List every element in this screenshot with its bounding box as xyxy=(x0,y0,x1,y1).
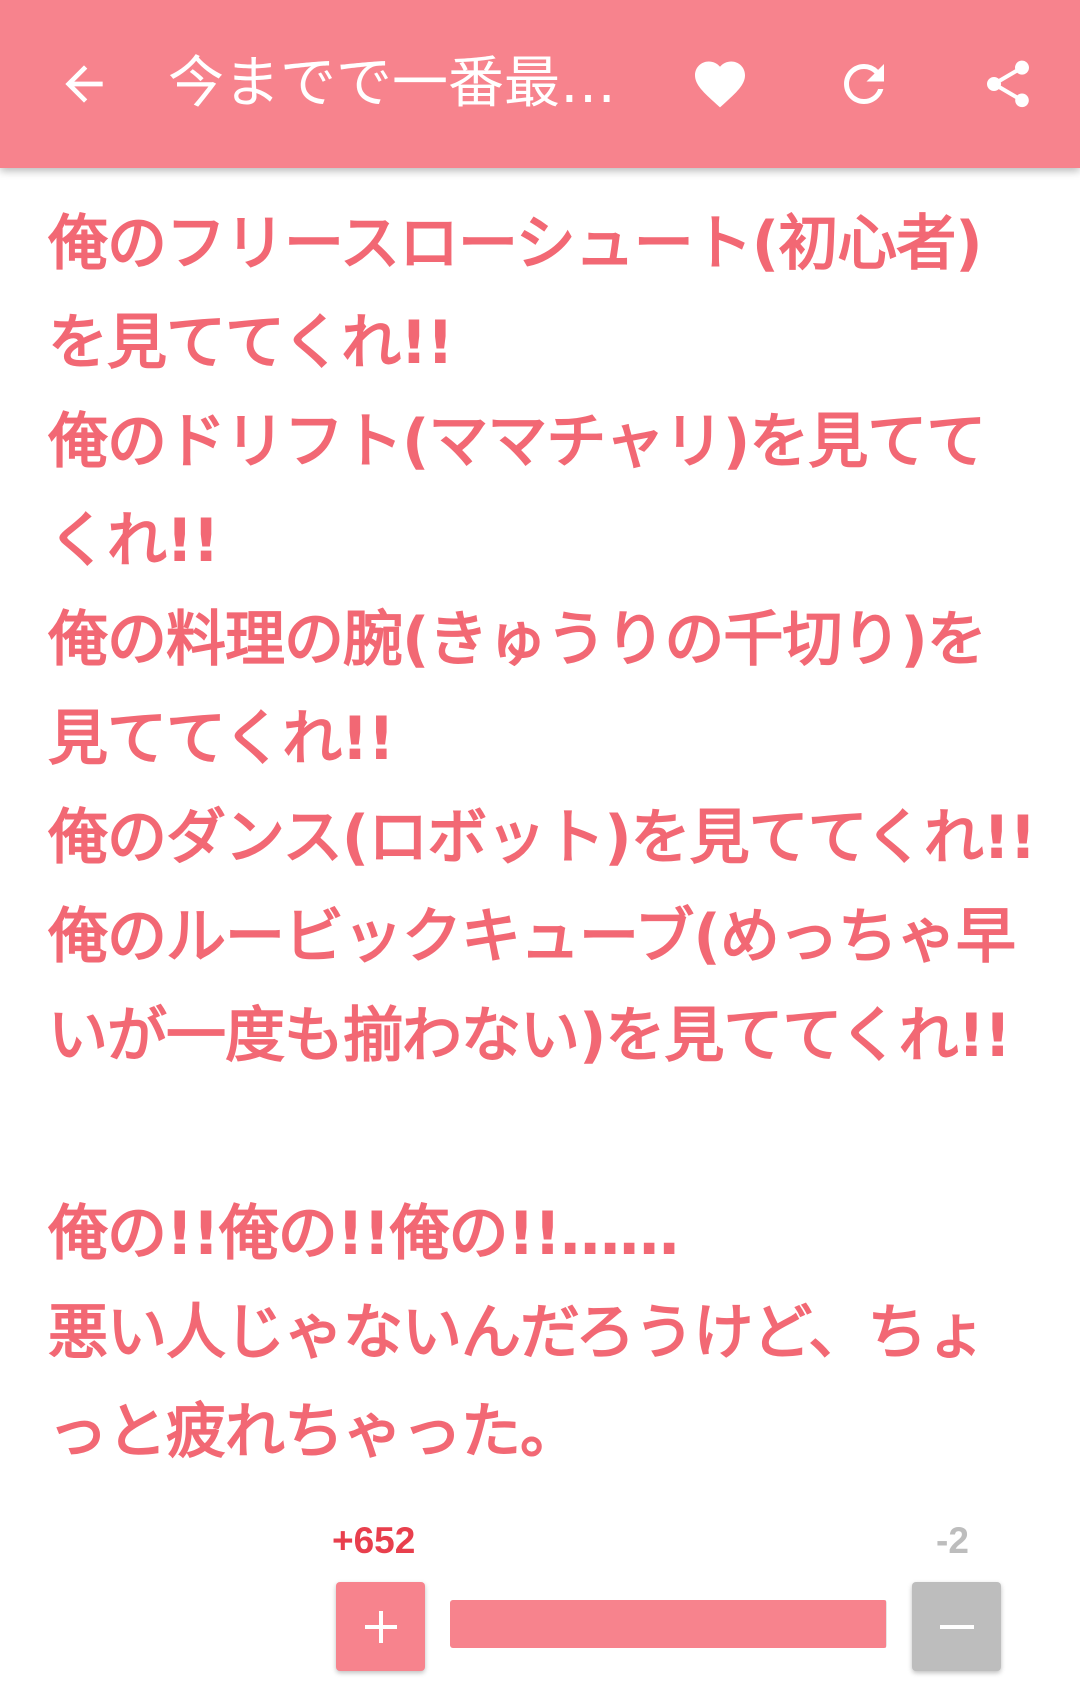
post-line: 俺の料理の腕(きゅうりの千切り)を xyxy=(48,605,987,675)
post-line: 俺のフリースローシュート(初心者) xyxy=(48,209,983,279)
post-line: くれ!! xyxy=(48,506,220,576)
post-line: 見ててくれ!! xyxy=(48,704,395,774)
favorite-button[interactable] xyxy=(680,44,760,124)
post-line: 俺の!!俺の!!俺の!!…… xyxy=(48,1199,679,1269)
vote-ratio-fill xyxy=(450,1600,886,1648)
page-title: 今までで一番最… xyxy=(168,51,616,116)
upvote-button[interactable] xyxy=(336,1582,425,1671)
post-body: 俺のフリースローシュート(初心者) を見ててくれ!! 俺のドリフト(ママチャリ)… xyxy=(48,195,1048,1482)
back-button[interactable] xyxy=(44,44,124,124)
post-line: 俺のダンス(ロボット)を見ててくれ!! xyxy=(48,803,1037,873)
minus-vote-count: -2 xyxy=(936,1520,969,1561)
plus-icon xyxy=(364,1610,397,1643)
post-line: 悪い人じゃないんだろうけど、ちょ xyxy=(48,1298,986,1368)
vote-panel: +652 -2 xyxy=(0,1500,1080,1700)
downvote-button[interactable] xyxy=(912,1582,1001,1671)
post-line: っと疲れちゃった。 xyxy=(48,1397,580,1467)
post-line: を見ててくれ!! xyxy=(48,308,454,378)
minus-icon xyxy=(939,1624,974,1629)
share-button[interactable] xyxy=(968,44,1048,124)
heart-icon xyxy=(695,61,745,108)
vote-ratio-bar xyxy=(450,1600,887,1648)
reload-button[interactable] xyxy=(824,44,904,124)
app-bar: 今までで一番最… xyxy=(0,0,1080,168)
arrow-left-icon xyxy=(65,65,103,103)
plus-vote-count: +652 xyxy=(332,1520,416,1561)
share-icon xyxy=(987,60,1029,108)
post-line: 俺のルービックキューブ(めっちゃ早 xyxy=(48,902,1016,972)
post-line: 俺のドリフト(ママチャリ)を見てて xyxy=(48,407,986,477)
refresh-icon xyxy=(844,64,884,104)
post-line xyxy=(48,1086,1048,1185)
post-line: いが一度も揃わない)を見ててくれ!! xyxy=(48,1001,1011,1071)
